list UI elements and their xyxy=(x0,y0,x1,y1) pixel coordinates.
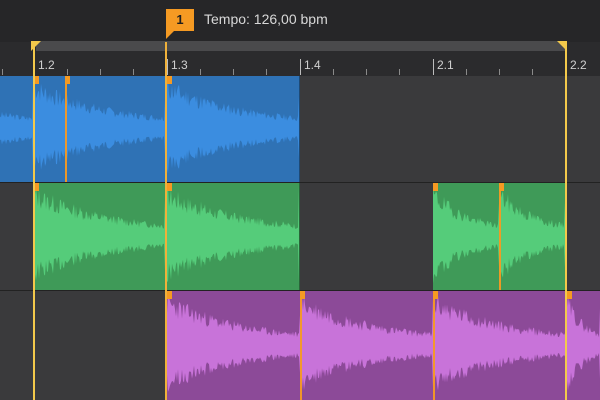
transient-marker[interactable] xyxy=(433,291,435,400)
waveform-shape xyxy=(167,294,565,392)
waveform xyxy=(34,83,165,170)
region-start-marker[interactable] xyxy=(167,183,172,191)
waveform-shape xyxy=(34,83,165,170)
waveform xyxy=(167,79,299,174)
transient-marker-flag[interactable] xyxy=(300,291,305,299)
bar-label: 1.4 xyxy=(304,58,321,72)
beat-tick xyxy=(366,69,367,75)
beat-tick xyxy=(133,69,134,75)
audio-region[interactable] xyxy=(167,76,300,182)
transient-marker-flag[interactable] xyxy=(433,291,438,299)
transient-marker[interactable] xyxy=(300,291,302,400)
waveform-shape xyxy=(0,87,33,167)
waveform-shape xyxy=(167,79,299,174)
playhead[interactable] xyxy=(165,42,167,400)
waveform-shape xyxy=(34,187,165,281)
region-start-marker[interactable] xyxy=(167,76,172,84)
audio-region[interactable] xyxy=(34,76,166,182)
waveform-shape xyxy=(167,184,299,284)
track-lane-3[interactable] xyxy=(0,291,600,400)
bar-line xyxy=(167,59,168,75)
beat-tick xyxy=(333,69,334,75)
left-locator-line[interactable] xyxy=(33,42,35,400)
bar-line xyxy=(300,59,301,75)
beat-tick xyxy=(399,69,400,75)
marker-number[interactable]: 1 xyxy=(166,9,194,31)
track-lane-2[interactable] xyxy=(0,183,600,291)
region-start-marker[interactable] xyxy=(567,291,572,299)
track-lane-1[interactable] xyxy=(0,76,600,183)
beat-tick xyxy=(67,69,68,75)
beat-tick xyxy=(2,69,3,75)
audio-region[interactable] xyxy=(167,183,300,290)
audio-region[interactable] xyxy=(0,76,34,182)
right-locator-line[interactable] xyxy=(565,42,567,400)
bar-ruler[interactable]: 1.2 1.3 1.4 2.1 2.2 xyxy=(0,51,600,76)
beat-tick xyxy=(200,69,201,75)
beat-tick xyxy=(499,69,500,75)
bar-label: 2.1 xyxy=(437,58,454,72)
waveform-shape xyxy=(567,295,600,391)
transient-marker-flag[interactable] xyxy=(65,76,70,84)
beat-tick xyxy=(233,69,234,75)
transient-marker[interactable] xyxy=(65,76,67,182)
bar-line xyxy=(433,59,434,75)
bar-label: 1.2 xyxy=(38,58,55,72)
audio-region[interactable] xyxy=(433,183,566,290)
bar-label: 2.2 xyxy=(570,58,587,72)
beat-tick xyxy=(532,69,533,75)
bar-label: 1.3 xyxy=(171,58,188,72)
beat-tick xyxy=(466,69,467,75)
audio-region[interactable] xyxy=(167,291,566,400)
beat-tick xyxy=(266,69,267,75)
audio-region[interactable] xyxy=(567,291,600,400)
waveform xyxy=(567,295,600,391)
waveform xyxy=(167,184,299,284)
cycle-range[interactable] xyxy=(36,41,566,51)
region-start-marker[interactable] xyxy=(433,183,438,191)
audio-region[interactable] xyxy=(34,183,166,290)
waveform xyxy=(34,187,165,281)
transient-marker[interactable] xyxy=(499,183,501,290)
arrange-area: 1 Tempo: 126,00 bpm 1.2 1.3 1.4 2.1 2.2 xyxy=(0,0,600,400)
transient-marker-flag[interactable] xyxy=(499,183,504,191)
waveform xyxy=(167,294,565,392)
waveform xyxy=(0,87,33,167)
marker-track[interactable]: 1 Tempo: 126,00 bpm xyxy=(0,0,600,42)
region-start-marker[interactable] xyxy=(167,291,172,299)
beat-tick xyxy=(100,69,101,75)
tempo-label: Tempo: 126,00 bpm xyxy=(204,11,328,27)
